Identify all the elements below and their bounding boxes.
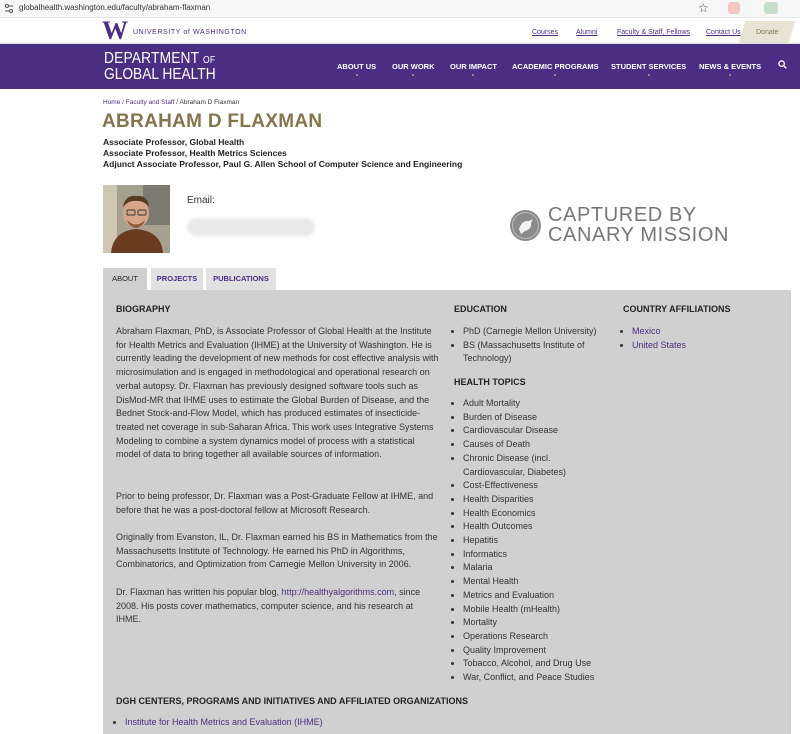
health-topic-item: Health Economics bbox=[463, 507, 614, 521]
education-item: PhD (Carnegie Mellon University) bbox=[463, 325, 614, 339]
breadcrumb-current: Abraham D Flaxman bbox=[179, 99, 240, 106]
department-word: DEPARTMENT bbox=[104, 50, 200, 67]
nav-dropdown-indicator bbox=[647, 74, 650, 76]
search-icon[interactable] bbox=[778, 60, 787, 69]
health-topic-item: Metrics and Evaluation bbox=[463, 589, 614, 603]
nav-dropdown-indicator bbox=[355, 74, 358, 76]
health-topic-item: Mental Health bbox=[463, 575, 614, 589]
health-topic-item: War, Conflict, and Peace Studies bbox=[463, 671, 614, 685]
education-list: PhD (Carnegie Mellon University) BS (Mas… bbox=[454, 325, 614, 366]
blog-text: Dr. Flaxman has written his popular blog… bbox=[116, 587, 282, 597]
person-title: Associate Professor, Health Metrics Scie… bbox=[103, 148, 287, 158]
breadcrumb: Home / Faculty and Staff / Abraham D Fla… bbox=[103, 99, 239, 106]
health-topic-item: Operations Research bbox=[463, 630, 614, 644]
person-title: Associate Professor, Global Health bbox=[103, 137, 245, 147]
biography-paragraph: Originally from Evanston, IL, Dr. Flaxma… bbox=[116, 532, 438, 570]
health-topic-item: Cost-Effectiveness bbox=[463, 479, 614, 493]
url-text[interactable]: globalhealth.washington.edu/faculty/abra… bbox=[19, 3, 210, 12]
country-item: United States bbox=[632, 339, 773, 353]
biography-paragraph: Prior to being professor, Dr. Flaxman wa… bbox=[116, 491, 434, 515]
health-topic-item: Hepatitis bbox=[463, 534, 614, 548]
toplink-contact[interactable]: Contact Us bbox=[706, 29, 741, 36]
nav-label: ACADEMIC PROGRAMS bbox=[512, 62, 599, 71]
nav-dropdown-indicator bbox=[412, 74, 415, 76]
tab-about[interactable]: ABOUT bbox=[103, 268, 147, 291]
biography-paragraph-blog: Dr. Flaxman has written his popular blog… bbox=[116, 586, 440, 627]
bookmark-star-icon[interactable]: ☆ bbox=[698, 1, 709, 15]
uw-wordmark[interactable]: UNIVERSITY of WASHINGTON bbox=[133, 29, 247, 36]
health-topic-item: Tobacco, Alcohol, and Drug Use bbox=[463, 657, 614, 671]
nav-about-us[interactable]: ABOUT US bbox=[337, 62, 376, 76]
country-item: Mexico bbox=[632, 325, 773, 339]
health-topic-item: Mobile Health (mHealth) bbox=[463, 603, 614, 617]
email-value-redacted[interactable] bbox=[187, 218, 315, 236]
education-item: BS (Massachusetts Institute of Technolog… bbox=[463, 339, 614, 366]
country-link-mexico[interactable]: Mexico bbox=[632, 326, 661, 336]
email-label: Email: bbox=[187, 195, 215, 206]
toplink-faculty-staff[interactable]: Faculty & Staff, Fellows bbox=[617, 29, 690, 36]
extension-icon[interactable] bbox=[728, 2, 740, 14]
breadcrumb-faculty[interactable]: Faculty and Staff bbox=[126, 99, 175, 106]
donate-label[interactable]: Donate bbox=[756, 29, 779, 36]
nav-dropdown-indicator bbox=[554, 74, 557, 76]
watermark-line2: CANARY MISSION bbox=[548, 224, 730, 246]
health-topics-list: Adult MortalityBurden of DiseaseCardiova… bbox=[454, 397, 614, 685]
tab-projects[interactable]: PROJECTS bbox=[151, 268, 203, 290]
health-topic-item: Mortality bbox=[463, 616, 614, 630]
health-topic-item: Health Outcomes bbox=[463, 520, 614, 534]
person-title: Adjunct Associate Professor, Paul G. All… bbox=[103, 159, 463, 169]
health-topic-item: Health Disparities bbox=[463, 493, 614, 507]
nav-label: ABOUT US bbox=[337, 62, 377, 71]
health-topic-item: Adult Mortality bbox=[463, 397, 614, 411]
country-affiliations-heading: COUNTRY AFFILIATIONS bbox=[623, 304, 731, 314]
health-topics-heading: HEALTH TOPICS bbox=[454, 377, 526, 387]
health-topic-item: Malaria bbox=[463, 561, 614, 575]
main-nav: DEPARTMENT OF GLOBAL HEALTH ABOUT US OUR… bbox=[0, 44, 800, 89]
nav-academic-programs[interactable]: ACADEMIC PROGRAMS bbox=[512, 62, 599, 76]
nav-dropdown-indicator bbox=[472, 74, 475, 76]
nav-label: NEWS & EVENTS bbox=[699, 62, 762, 71]
tab-publications[interactable]: PUBLICATIONS bbox=[206, 268, 276, 290]
health-topic-item: Quality Improvement bbox=[463, 644, 614, 658]
biography-heading: BIOGRAPHY bbox=[116, 304, 171, 314]
nav-news-events[interactable]: NEWS & EVENTS bbox=[699, 62, 761, 76]
profile-avatar[interactable] bbox=[764, 2, 778, 14]
canary-mission-logo-icon bbox=[510, 210, 541, 241]
department-of: OF bbox=[203, 55, 216, 66]
uw-w-logo[interactable]: W bbox=[102, 18, 130, 44]
nav-label: OUR IMPACT bbox=[450, 62, 497, 71]
nav-dropdown-indicator bbox=[729, 74, 732, 76]
nav-student-services[interactable]: STUDENT SERVICES bbox=[611, 62, 686, 76]
dgh-center-item: Institute for Health Metrics and Evaluat… bbox=[125, 716, 436, 730]
dgh-centers-heading: DGH CENTERS, PROGRAMS AND INITIATIVES AN… bbox=[116, 696, 468, 706]
country-list: Mexico United States bbox=[623, 325, 773, 352]
dgh-center-link-ihme[interactable]: Institute for Health Metrics and Evaluat… bbox=[125, 717, 323, 727]
page-title: ABRAHAM D FLAXMAN bbox=[102, 111, 323, 132]
health-topic-item: Causes of Death bbox=[463, 438, 614, 452]
nav-label: OUR WORK bbox=[392, 62, 435, 71]
toplink-alumni[interactable]: Alumni bbox=[576, 29, 597, 36]
nav-label: STUDENT SERVICES bbox=[611, 62, 687, 71]
nav-our-work[interactable]: OUR WORK bbox=[392, 62, 435, 76]
blog-link[interactable]: http://healthyalgorithms.com bbox=[282, 587, 395, 597]
site-info-icon[interactable] bbox=[4, 3, 14, 14]
health-topic-item: Burden of Disease bbox=[463, 411, 614, 425]
toplink-courses[interactable]: Courses bbox=[532, 29, 558, 36]
country-link-united-states[interactable]: United States bbox=[632, 340, 686, 350]
health-topic-item: Chronic Disease (incl. Cardiovascular, D… bbox=[463, 452, 614, 479]
department-name-line2[interactable]: GLOBAL HEALTH bbox=[104, 67, 216, 83]
profile-photo bbox=[103, 185, 170, 253]
biography-paragraph: Abraham Flaxman, PhD, is Associate Profe… bbox=[116, 326, 439, 460]
nav-our-impact[interactable]: OUR IMPACT bbox=[450, 62, 497, 76]
health-topic-item: Informatics bbox=[463, 548, 614, 562]
breadcrumb-home[interactable]: Home bbox=[103, 99, 120, 106]
dgh-centers-list: Institute for Health Metrics and Evaluat… bbox=[116, 716, 436, 730]
health-topic-item: Cardiovascular Disease bbox=[463, 424, 614, 438]
education-heading: EDUCATION bbox=[454, 304, 507, 314]
